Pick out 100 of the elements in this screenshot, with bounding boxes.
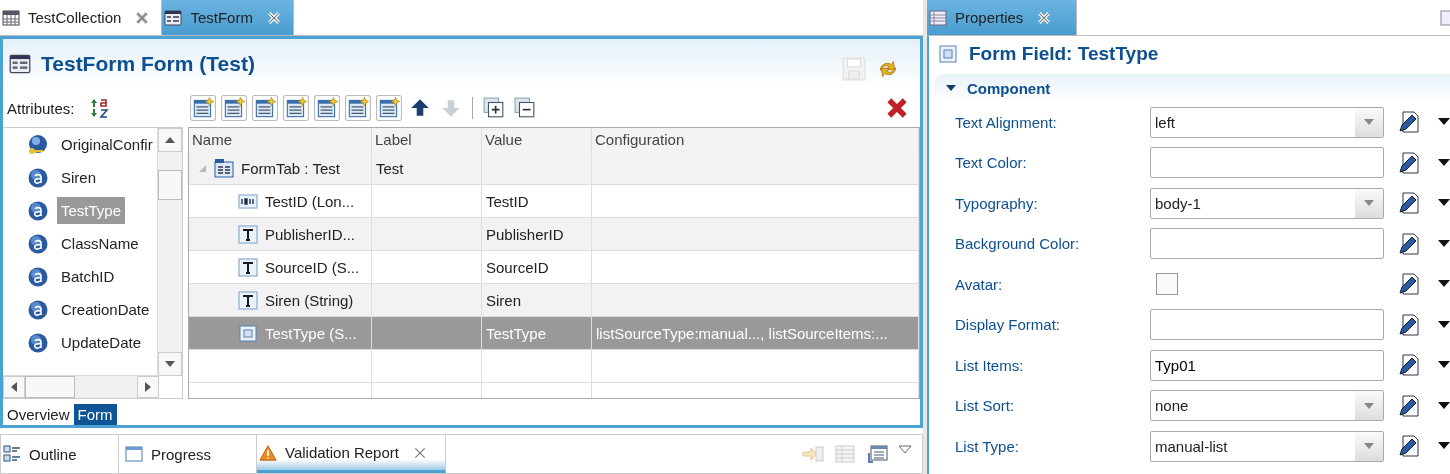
dropdown-arrow-icon[interactable] [1438, 199, 1450, 208]
field-label: List Sort: [955, 397, 1016, 415]
scroll-thumb[interactable] [25, 376, 75, 398]
field-label: Text Alignment: [955, 113, 1058, 131]
properties-tab[interactable]: Properties [927, 0, 1077, 35]
attribute-item[interactable]: Siren [57, 164, 101, 191]
edit-icon[interactable] [1398, 313, 1420, 336]
tab-icon [213, 157, 235, 179]
delete-icon[interactable] [886, 97, 908, 119]
page-tab[interactable]: Form [73, 404, 117, 425]
caret-icon [1364, 402, 1374, 409]
attribute-icon [27, 232, 49, 255]
add-element-icon[interactable] [344, 95, 371, 121]
editor-tab[interactable]: TestCollection [0, 0, 163, 35]
add-element-icon[interactable] [313, 95, 340, 121]
scroll-up-icon[interactable] [165, 137, 175, 143]
horizontal-scrollbar[interactable] [3, 375, 159, 398]
editor-title: TestForm Form (Test) [41, 52, 255, 76]
close-icon[interactable] [412, 445, 427, 460]
name-cell: SourceID (S... [265, 258, 360, 276]
tab-label: Progress [151, 445, 212, 463]
edit-icon[interactable] [1398, 394, 1420, 417]
attribute-icon [27, 265, 49, 288]
scroll-left-icon[interactable] [11, 382, 17, 392]
add-element-icon[interactable] [375, 95, 402, 121]
table-icon [2, 8, 20, 27]
tab-label: TestForm [190, 9, 253, 26]
close-icon[interactable] [135, 10, 150, 25]
view-tab[interactable]: Progress [119, 435, 257, 473]
tab-label: Properties [955, 9, 1024, 26]
add-element-icon[interactable] [251, 95, 278, 121]
input-field[interactable] [1150, 147, 1384, 179]
dropdown-arrow-icon[interactable] [1438, 280, 1450, 289]
editor-tab[interactable]: TestForm [162, 0, 294, 35]
configuration-cell: listSourceType:manual..., listSourceItems:... [596, 324, 888, 342]
attribute-item[interactable]: UpdateDate [57, 329, 146, 356]
sort-icon[interactable] [89, 97, 110, 119]
dropdown[interactable]: left [1150, 106, 1384, 138]
form-icon [164, 8, 183, 27]
list-field-icon [937, 43, 959, 65]
edit-icon[interactable] [1398, 151, 1420, 174]
add-element-icon[interactable] [220, 95, 247, 121]
dropdown-arrow-icon[interactable] [1438, 361, 1450, 370]
edit-icon[interactable] [1398, 354, 1420, 377]
checkbox[interactable] [1156, 273, 1178, 296]
field-label: Background Color: [955, 235, 1081, 253]
list-field-icon [237, 322, 259, 344]
list-view-icon[interactable] [866, 445, 888, 463]
dropdown-arrow-icon[interactable] [1438, 320, 1450, 329]
scroll-down-icon[interactable] [165, 361, 175, 367]
input-field[interactable] [1150, 309, 1384, 341]
edit-icon[interactable] [1398, 192, 1420, 215]
view-menu-icon[interactable] [898, 445, 912, 455]
dropdown[interactable]: none [1150, 390, 1384, 422]
dropdown[interactable]: manual-list [1150, 430, 1384, 462]
field-label: Avatar: [955, 275, 1004, 293]
attribute-item[interactable]: CreationDate [57, 296, 154, 323]
input-field[interactable]: Typ01 [1150, 349, 1384, 381]
name-cell: FormTab : Test [241, 159, 340, 177]
add-element-icon[interactable] [282, 95, 309, 121]
table-row[interactable]: FormTab : Test Test [189, 152, 919, 185]
attribute-item[interactable]: ClassName [57, 230, 143, 257]
attribute-icon [27, 199, 49, 222]
input-field[interactable] [1150, 228, 1384, 260]
tab-label: TestCollection [28, 9, 122, 26]
page-tab[interactable]: Overview [3, 404, 74, 425]
attribute-item[interactable]: BatchID [57, 263, 119, 290]
name-cell: TestType (S... [265, 324, 357, 342]
view-tab[interactable]: Validation Report [257, 435, 446, 473]
window-icon [125, 445, 143, 463]
table-row[interactable]: Siren (String) Siren [189, 284, 919, 317]
value-cell: TestType [486, 324, 547, 342]
properties-icon [929, 8, 947, 27]
dropdown-arrow-icon[interactable] [1438, 158, 1450, 167]
dropdown-arrow-icon[interactable] [1438, 118, 1450, 127]
edit-icon[interactable] [1398, 111, 1420, 134]
vertical-scrollbar[interactable] [157, 128, 182, 376]
add-element-icon[interactable] [189, 95, 216, 121]
dropdown-arrow-icon[interactable] [1438, 442, 1450, 451]
scroll-right-icon[interactable] [145, 382, 151, 392]
dropdown-arrow-icon[interactable] [1438, 401, 1450, 410]
view-tab[interactable]: Outline [1, 435, 119, 473]
name-cell: TestID (Lon... [265, 192, 355, 210]
scroll-thumb[interactable] [158, 170, 182, 200]
edit-icon[interactable] [1398, 435, 1420, 458]
attribute-icon [27, 331, 49, 354]
edit-icon[interactable] [1398, 273, 1420, 296]
edit-icon[interactable] [1398, 232, 1420, 255]
attribute-icon [27, 298, 49, 321]
dropdown-arrow-icon[interactable] [1438, 239, 1450, 248]
expand-all-icon[interactable] [482, 97, 505, 119]
dropdown[interactable]: body-1 [1150, 187, 1384, 219]
attribute-item[interactable]: OriginalConfir [57, 131, 157, 158]
table-row[interactable]: PublisherID... PublisherID [189, 218, 919, 251]
caret-icon [1364, 443, 1374, 450]
tab-label: Validation Report [285, 444, 399, 461]
collapse-all-icon[interactable] [513, 97, 536, 119]
text-field-icon [237, 223, 259, 245]
warning-icon [259, 443, 277, 462]
attributes-label: Attributes: [7, 99, 75, 117]
